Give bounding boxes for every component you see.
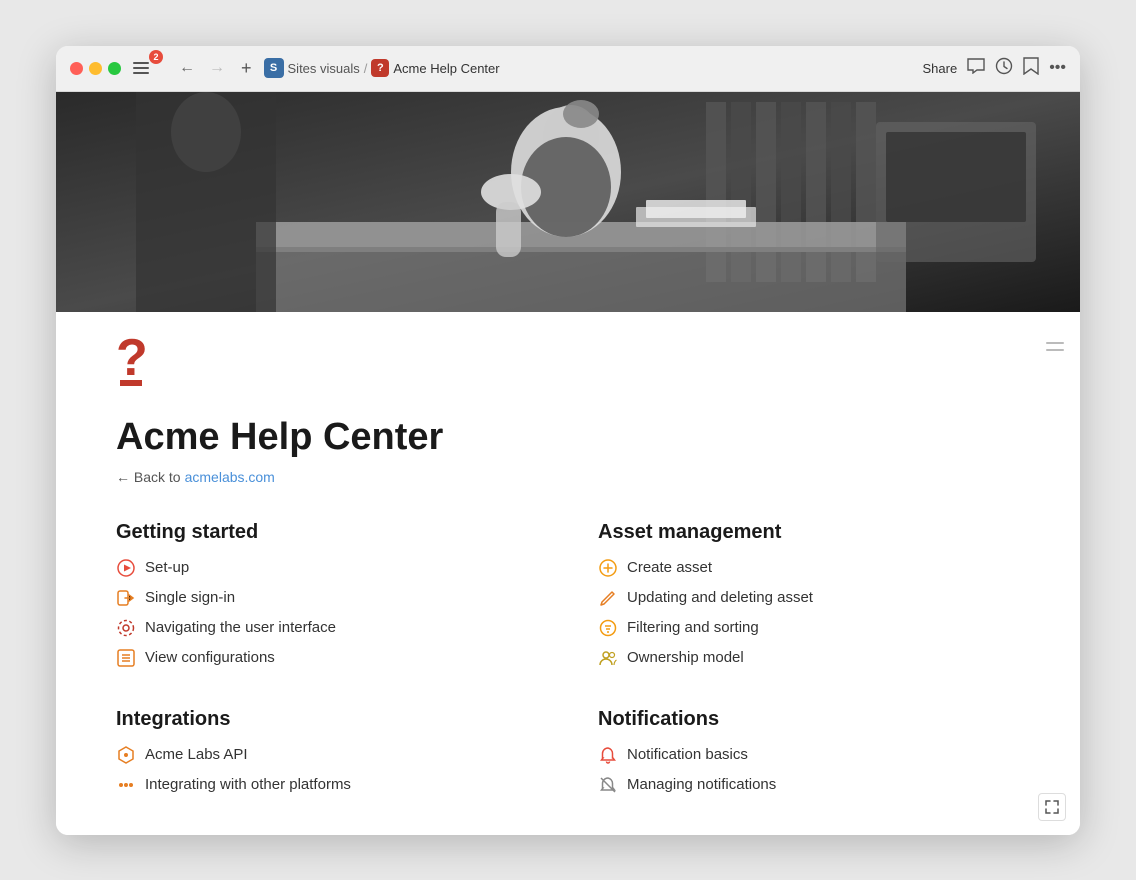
back-link-anchor[interactable]: acmelabs.com bbox=[185, 469, 275, 485]
list-item[interactable]: Integrating with other platforms bbox=[116, 775, 538, 795]
link-label: Notification basics bbox=[627, 746, 748, 763]
breadcrumb-sites[interactable]: Sites visuals bbox=[288, 61, 360, 76]
section-getting-started: Getting started Set-up Single sign-in Navig… bbox=[116, 521, 538, 668]
link-label: Create asset bbox=[627, 559, 712, 576]
link-label: Managing notifications bbox=[627, 776, 776, 793]
link-label: Acme Labs API bbox=[145, 746, 248, 763]
forward-button[interactable]: → bbox=[205, 57, 229, 79]
history-button[interactable] bbox=[995, 57, 1013, 80]
hero-photo bbox=[56, 92, 1080, 312]
section-links-getting-started: Set-up Single sign-in Navigating the user … bbox=[116, 558, 538, 668]
list-item[interactable]: Ownership model bbox=[598, 648, 1020, 668]
scroll-line-2 bbox=[1046, 349, 1064, 351]
comment-button[interactable] bbox=[967, 58, 985, 79]
list-item[interactable]: View configurations bbox=[116, 648, 538, 668]
link-label: Navigating the user interface bbox=[145, 619, 336, 636]
plus-circle-icon bbox=[598, 558, 618, 578]
traffic-lights bbox=[70, 62, 121, 75]
list-item[interactable]: Single sign-in bbox=[116, 588, 538, 608]
section-integrations: Integrations Acme Labs API Integrating wit… bbox=[116, 708, 538, 795]
triangle-icon bbox=[116, 558, 136, 578]
section-links-notifications: Notification basics Managing notification… bbox=[598, 745, 1020, 795]
new-tab-button[interactable]: + bbox=[237, 56, 256, 81]
list-item[interactable]: Create asset bbox=[598, 558, 1020, 578]
breadcrumb-current: Acme Help Center bbox=[393, 61, 499, 76]
expand-icon[interactable] bbox=[1038, 793, 1066, 821]
link-label: Set-up bbox=[145, 559, 189, 576]
maximize-button[interactable] bbox=[108, 62, 121, 75]
section-notifications: Notifications Notification basics Managing… bbox=[598, 708, 1020, 795]
link-label: Single sign-in bbox=[145, 589, 235, 606]
question-mark-base bbox=[120, 380, 142, 386]
people-icon bbox=[598, 648, 618, 668]
list-item[interactable]: Notification basics bbox=[598, 745, 1020, 765]
section-links-integrations: Acme Labs API Integrating with other plat… bbox=[116, 745, 538, 795]
breadcrumb: S Sites visuals / ? Acme Help Center bbox=[264, 58, 915, 78]
link-label: Ownership model bbox=[627, 649, 744, 666]
pencil-icon bbox=[598, 588, 618, 608]
hero-image bbox=[56, 92, 1080, 312]
page-title: Acme Help Center bbox=[116, 416, 1020, 459]
minimize-button[interactable] bbox=[89, 62, 102, 75]
logo-section: ? bbox=[56, 312, 1080, 396]
bell-off-icon bbox=[598, 775, 618, 795]
scroll-line-1 bbox=[1046, 342, 1064, 344]
section-asset-management: Asset management Create asset Updating and… bbox=[598, 521, 1020, 668]
page-content: ? Acme Help Center ← Back to acmelabs.co… bbox=[56, 312, 1080, 835]
bell-icon bbox=[598, 745, 618, 765]
section-title-asset-management: Asset management bbox=[598, 521, 1020, 544]
back-button[interactable]: ← bbox=[175, 57, 199, 79]
list-item[interactable]: Navigating the user interface bbox=[116, 618, 538, 638]
filter-icon bbox=[598, 618, 618, 638]
link-label: Filtering and sorting bbox=[627, 619, 759, 636]
share-button[interactable]: Share bbox=[922, 61, 957, 76]
hex-icon bbox=[116, 745, 136, 765]
list-item[interactable]: Set-up bbox=[116, 558, 538, 578]
list-icon bbox=[116, 648, 136, 668]
section-title-integrations: Integrations bbox=[116, 708, 538, 731]
bookmark-button[interactable] bbox=[1023, 57, 1039, 80]
list-item[interactable]: Managing notifications bbox=[598, 775, 1020, 795]
sections-grid: Getting started Set-up Single sign-in Navig… bbox=[116, 521, 1020, 795]
breadcrumb-separator: / bbox=[364, 61, 368, 76]
more-button[interactable]: ••• bbox=[1049, 59, 1066, 77]
login-icon bbox=[116, 588, 136, 608]
section-links-asset-management: Create asset Updating and deleting asset F… bbox=[598, 558, 1020, 668]
list-item[interactable]: Filtering and sorting bbox=[598, 618, 1020, 638]
help-icon: ? bbox=[371, 59, 389, 77]
browser-chrome: 2 ← → + S Sites visuals / ? Acme Help Ce… bbox=[56, 46, 1080, 92]
browser-actions: Share ••• bbox=[922, 57, 1066, 80]
dots-icon bbox=[116, 775, 136, 795]
browser-window: 2 ← → + S Sites visuals / ? Acme Help Ce… bbox=[56, 46, 1080, 835]
main-content: Acme Help Center ← Back to acmelabs.com … bbox=[56, 396, 1080, 835]
question-mark-logo: ? bbox=[116, 332, 148, 384]
back-text: ← Back to bbox=[116, 469, 181, 485]
list-item[interactable]: Acme Labs API bbox=[116, 745, 538, 765]
link-label: Integrating with other platforms bbox=[145, 776, 351, 793]
close-button[interactable] bbox=[70, 62, 83, 75]
notification-badge: 2 bbox=[149, 50, 163, 64]
browser-nav: ← → bbox=[175, 57, 229, 79]
scrollbar-indicator bbox=[1046, 342, 1064, 351]
section-title-notifications: Notifications bbox=[598, 708, 1020, 731]
link-label: View configurations bbox=[145, 649, 275, 666]
main-wrapper: ? Acme Help Center ← Back to acmelabs.co… bbox=[56, 312, 1080, 835]
sidebar-toggle[interactable] bbox=[129, 60, 153, 76]
back-link: ← Back to acmelabs.com bbox=[116, 469, 1020, 485]
section-title-getting-started: Getting started bbox=[116, 521, 538, 544]
list-item[interactable]: Updating and deleting asset bbox=[598, 588, 1020, 608]
gear-icon bbox=[116, 618, 136, 638]
link-label: Updating and deleting asset bbox=[627, 589, 813, 606]
sites-icon: S bbox=[264, 58, 284, 78]
